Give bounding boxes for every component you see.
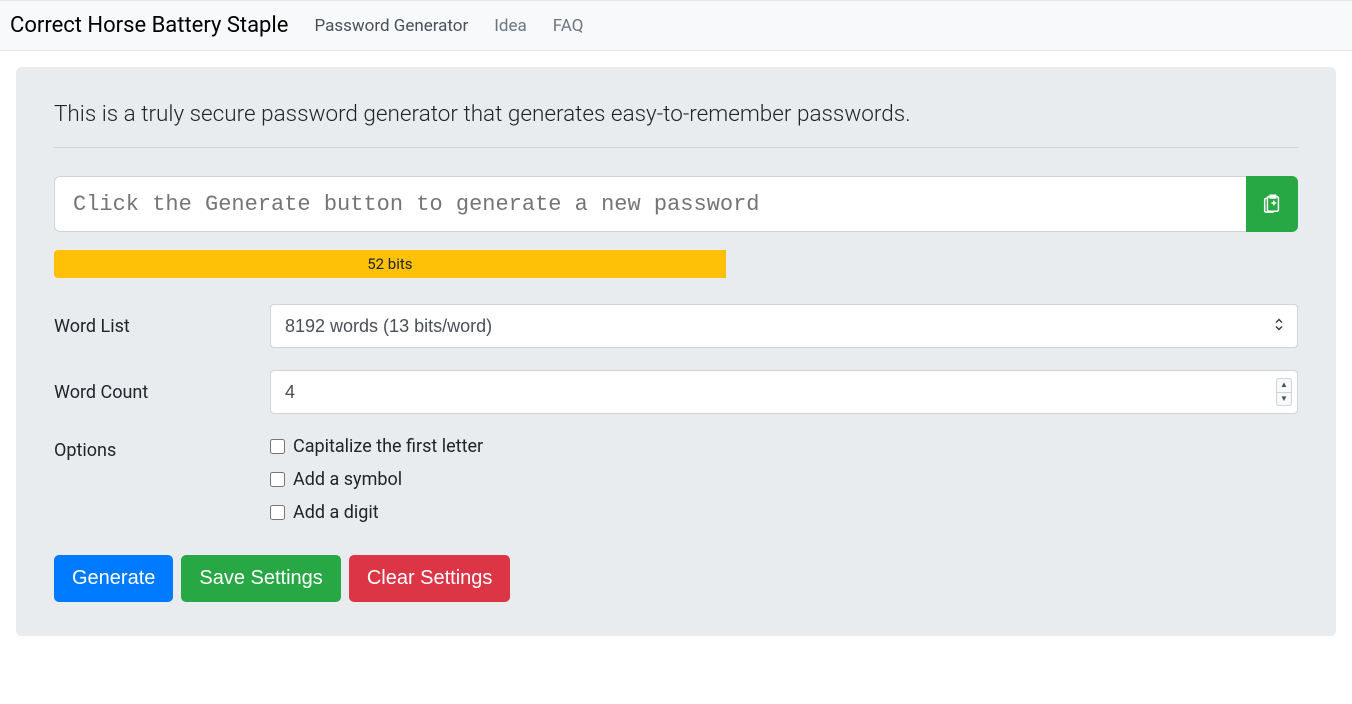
word-list-select[interactable]: 8192 words (13 bits/word) — [270, 304, 1298, 348]
option-capitalize-checkbox[interactable] — [270, 439, 285, 454]
word-list-row: Word List 8192 words (13 bits/word) — [54, 304, 1298, 348]
entropy-progress: 52 bits — [54, 250, 1298, 278]
word-count-row: Word Count ▲ ▼ — [54, 370, 1298, 414]
option-digit[interactable]: Add a digit — [270, 502, 1298, 523]
nav-link-password-generator[interactable]: Password Generator — [304, 8, 478, 44]
lead-text: This is a truly secure password generato… — [54, 101, 1298, 127]
option-capitalize[interactable]: Capitalize the first letter — [270, 436, 1298, 457]
option-symbol-label: Add a symbol — [293, 469, 402, 490]
generate-button[interactable]: Generate — [54, 555, 173, 602]
password-input-group — [54, 176, 1298, 232]
clipboard-icon — [1261, 191, 1283, 218]
option-digit-checkbox[interactable] — [270, 505, 285, 520]
options-label: Options — [54, 436, 270, 461]
option-symbol-checkbox[interactable] — [270, 472, 285, 487]
option-symbol[interactable]: Add a symbol — [270, 469, 1298, 490]
nav-links: Password Generator Idea FAQ — [304, 8, 593, 44]
button-row: Generate Save Settings Clear Settings — [54, 555, 1298, 602]
word-list-label: Word List — [54, 316, 270, 337]
entropy-progress-bar: 52 bits — [54, 250, 726, 278]
navbar: Correct Horse Battery Staple Password Ge… — [0, 0, 1352, 51]
password-output[interactable] — [54, 176, 1246, 232]
clear-settings-button[interactable]: Clear Settings — [349, 555, 511, 602]
brand-title[interactable]: Correct Horse Battery Staple — [10, 7, 288, 44]
word-count-stepper[interactable]: ▲ ▼ — [1276, 378, 1292, 406]
option-digit-label: Add a digit — [293, 502, 379, 523]
save-settings-button[interactable]: Save Settings — [181, 555, 340, 602]
main-panel: This is a truly secure password generato… — [16, 67, 1336, 636]
option-capitalize-label: Capitalize the first letter — [293, 436, 483, 457]
copy-button[interactable] — [1246, 176, 1298, 232]
nav-link-faq[interactable]: FAQ — [543, 8, 594, 44]
options-row: Options Capitalize the first letter Add … — [54, 436, 1298, 535]
word-count-input[interactable] — [270, 370, 1298, 414]
nav-link-idea[interactable]: Idea — [484, 8, 536, 44]
divider — [54, 147, 1298, 148]
word-count-label: Word Count — [54, 382, 270, 403]
stepper-up-icon[interactable]: ▲ — [1277, 379, 1291, 393]
stepper-down-icon[interactable]: ▼ — [1277, 393, 1291, 406]
